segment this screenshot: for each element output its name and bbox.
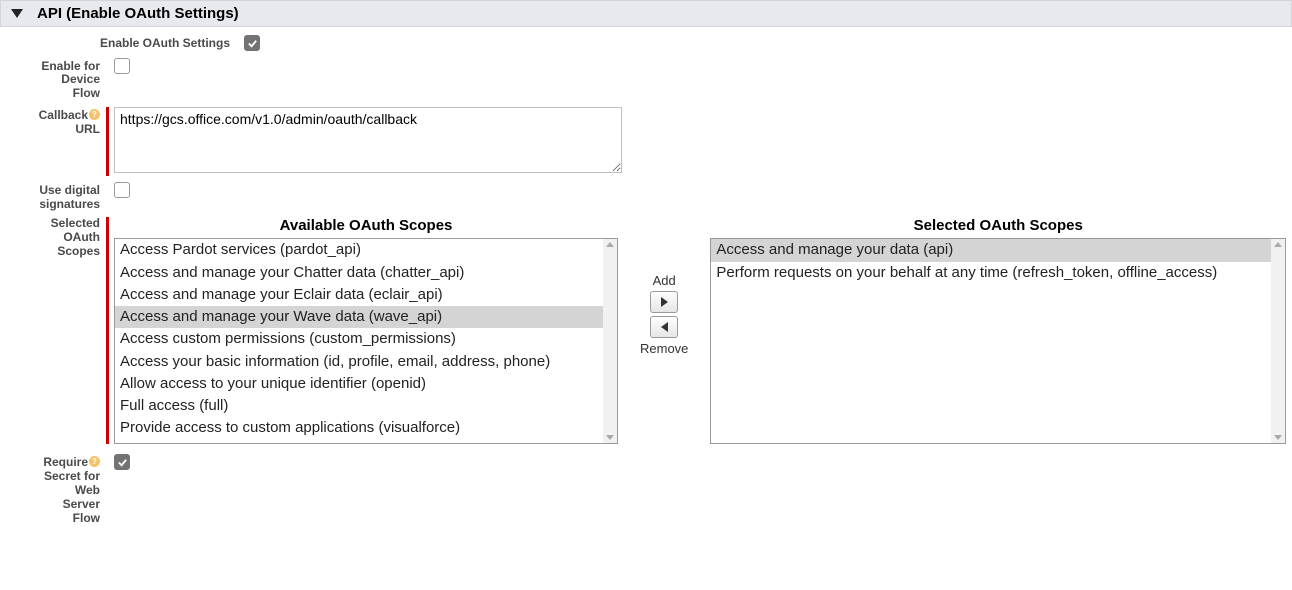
selected-scopes-listbox[interactable]: Access and manage your data (api)Perform… <box>710 238 1286 444</box>
digital-signatures-checkbox[interactable] <box>114 182 130 198</box>
require-secret-checkbox[interactable] <box>114 454 130 470</box>
callback-url-label: Callback? URL <box>6 107 106 137</box>
list-item[interactable]: Access and manage your Eclair data (ecla… <box>115 284 603 306</box>
collapse-icon[interactable] <box>11 9 23 18</box>
list-item[interactable]: Provide access to your data via the Web … <box>115 440 603 444</box>
device-flow-checkbox[interactable] <box>114 58 130 74</box>
enable-oauth-label: Enable OAuth Settings <box>6 35 236 51</box>
list-item[interactable]: Access your basic information (id, profi… <box>115 351 603 373</box>
section-title: API (Enable OAuth Settings) <box>37 5 239 22</box>
add-button[interactable] <box>650 291 678 313</box>
selected-scopes-panel: Selected OAuth Scopes Access and manage … <box>710 217 1286 444</box>
digital-signatures-label: Use digital signatures <box>6 182 106 212</box>
list-item[interactable]: Access and manage your Chatter data (cha… <box>115 262 603 284</box>
scrollbar[interactable] <box>603 239 617 443</box>
scroll-down-icon[interactable] <box>1274 435 1282 440</box>
help-icon[interactable]: ? <box>89 109 100 120</box>
add-label: Add <box>653 273 676 288</box>
callback-url-input[interactable] <box>114 107 622 173</box>
help-icon[interactable]: ? <box>89 456 100 467</box>
form-body: Enable OAuth Settings Enable for Device … <box>0 35 1292 541</box>
selected-scopes-label: Selected OAuth Scopes <box>6 217 106 258</box>
scroll-up-icon[interactable] <box>1274 242 1282 247</box>
list-item[interactable]: Allow access to your unique identifier (… <box>115 373 603 395</box>
section-header[interactable]: API (Enable OAuth Settings) <box>0 0 1292 27</box>
remove-button[interactable] <box>650 316 678 338</box>
require-secret-label: Require? Secret for Web Server Flow <box>6 454 106 525</box>
list-item[interactable]: Perform requests on your behalf at any t… <box>711 262 1271 284</box>
arrow-left-icon <box>661 322 668 332</box>
remove-label: Remove <box>640 341 688 356</box>
list-item[interactable]: Full access (full) <box>115 395 603 417</box>
list-item[interactable]: Access Pardot services (pardot_api) <box>115 239 603 261</box>
check-icon <box>247 38 258 49</box>
scroll-up-icon[interactable] <box>606 242 614 247</box>
required-indicator <box>106 107 109 176</box>
enable-oauth-checkbox[interactable] <box>244 35 260 51</box>
list-item[interactable]: Access and manage your Wave data (wave_a… <box>115 306 603 328</box>
list-item[interactable]: Access and manage your data (api) <box>711 239 1271 261</box>
available-scopes-panel: Available OAuth Scopes Access Pardot ser… <box>114 217 618 444</box>
available-scopes-listbox[interactable]: Access Pardot services (pardot_api)Acces… <box>114 238 618 444</box>
device-flow-label: Enable for Device Flow <box>6 58 106 101</box>
check-icon <box>117 457 128 468</box>
list-item[interactable]: Provide access to custom applications (v… <box>115 417 603 439</box>
list-item[interactable]: Access custom permissions (custom_permis… <box>115 328 603 350</box>
selected-scopes-title: Selected OAuth Scopes <box>710 217 1286 234</box>
required-indicator <box>106 217 109 444</box>
scroll-down-icon[interactable] <box>606 435 614 440</box>
scope-transfer-buttons: Add Remove <box>640 273 688 356</box>
scrollbar[interactable] <box>1271 239 1285 443</box>
available-scopes-title: Available OAuth Scopes <box>114 217 618 234</box>
arrow-right-icon <box>661 297 668 307</box>
